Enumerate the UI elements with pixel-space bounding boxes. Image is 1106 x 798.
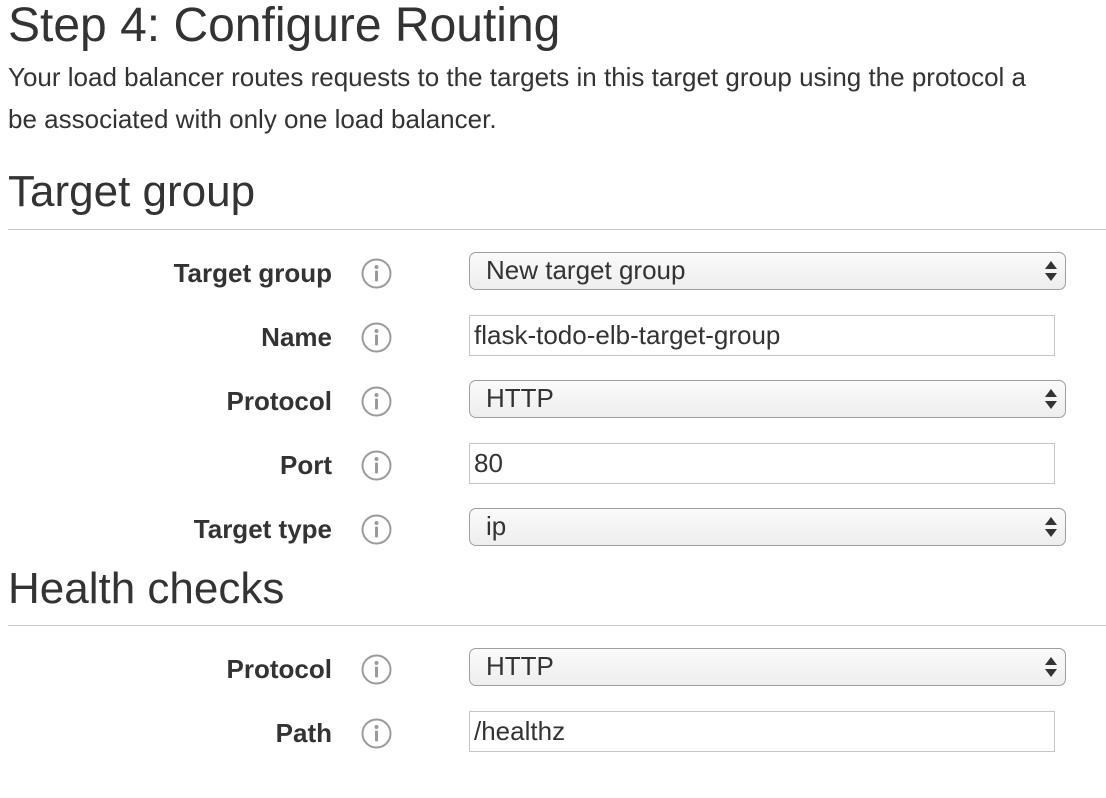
target-type-label: Target type bbox=[193, 514, 332, 544]
health-protocol-select-value: HTTP bbox=[486, 651, 554, 681]
health-checks-heading: Health checks bbox=[8, 564, 285, 613]
intro-line-2: be associated with only one load balance… bbox=[8, 104, 497, 134]
up-down-arrows-icon bbox=[1044, 516, 1058, 538]
health-protocol-select[interactable]: HTTP bbox=[469, 648, 1066, 686]
up-down-arrows-icon bbox=[1044, 260, 1058, 282]
path-input[interactable] bbox=[469, 711, 1055, 752]
target-group-select-value: New target group bbox=[486, 255, 686, 285]
info-icon[interactable] bbox=[361, 386, 392, 417]
target-type-select[interactable]: ip bbox=[469, 508, 1066, 546]
intro-text: Your load balancer routes requests to th… bbox=[8, 56, 1106, 140]
protocol-select[interactable]: HTTP bbox=[469, 380, 1066, 418]
name-input[interactable] bbox=[469, 315, 1055, 356]
up-down-arrows-icon bbox=[1044, 388, 1058, 410]
info-icon[interactable] bbox=[361, 654, 392, 685]
info-icon[interactable] bbox=[361, 322, 392, 353]
target-type-select-value: ip bbox=[486, 511, 507, 541]
port-input[interactable] bbox=[469, 443, 1055, 484]
page-title: Step 4: Configure Routing bbox=[8, 0, 561, 52]
name-label: Name bbox=[261, 322, 332, 352]
info-icon[interactable] bbox=[361, 514, 392, 545]
path-label: Path bbox=[275, 718, 332, 748]
section-divider bbox=[8, 229, 1106, 230]
target-group-select[interactable]: New target group bbox=[469, 252, 1066, 290]
up-down-arrows-icon bbox=[1044, 656, 1058, 678]
section-divider bbox=[8, 625, 1106, 626]
intro-line-1: Your load balancer routes requests to th… bbox=[8, 62, 1027, 92]
health-protocol-label: Protocol bbox=[226, 654, 332, 684]
port-label: Port bbox=[280, 450, 332, 480]
protocol-label: Protocol bbox=[226, 386, 332, 416]
protocol-select-value: HTTP bbox=[486, 383, 554, 413]
info-icon[interactable] bbox=[361, 450, 392, 481]
info-icon[interactable] bbox=[361, 258, 392, 289]
info-icon[interactable] bbox=[361, 718, 392, 749]
target-group-label: Target group bbox=[173, 258, 332, 288]
target-group-heading: Target group bbox=[8, 167, 256, 216]
